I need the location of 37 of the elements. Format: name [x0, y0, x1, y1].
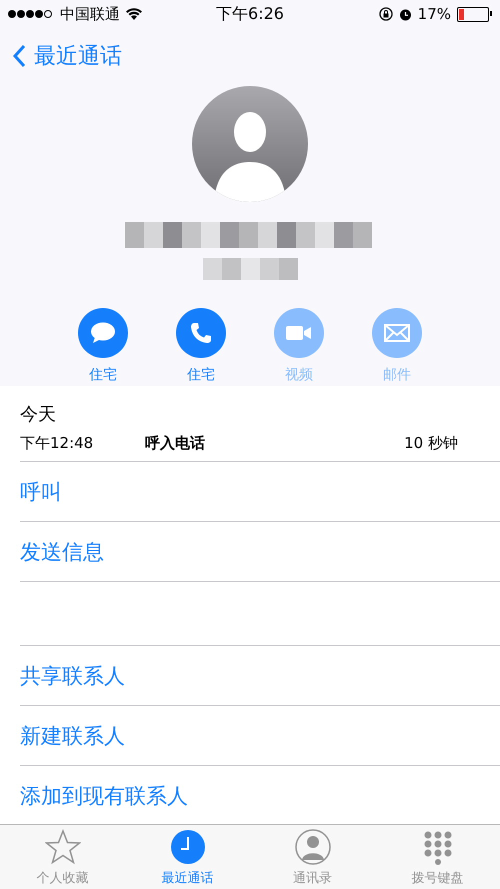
call-duration: 10 秒钟	[404, 434, 458, 453]
video-camera-icon	[286, 325, 312, 341]
tab-item[interactable]: 个人收藏	[0, 825, 125, 889]
wifi-icon	[126, 8, 142, 20]
clock-icon	[170, 829, 206, 865]
option-link[interactable]: 共享联系人	[20, 662, 125, 690]
battery-icon	[457, 6, 489, 22]
avatar-icon	[192, 86, 308, 202]
chevron-left-icon	[12, 44, 26, 68]
date-heading: 今天	[20, 403, 57, 426]
rotation-lock-icon	[378, 7, 393, 21]
tab-item[interactable]: 最近通话	[125, 825, 250, 889]
action-label: 邮件	[383, 366, 411, 384]
back-button[interactable]: 最近通话	[12, 41, 122, 71]
status-time: 下午6:26	[216, 4, 284, 24]
tab-item[interactable]: 通讯录	[250, 825, 375, 889]
phone-button[interactable]	[176, 308, 226, 358]
alarm-icon	[398, 8, 412, 20]
call-time: 下午12:48	[20, 434, 94, 453]
person-icon	[294, 829, 330, 865]
star-icon	[44, 829, 80, 865]
call-type: 呼入电话	[145, 434, 206, 453]
option-link[interactable]: 呼叫	[20, 478, 62, 506]
option-link[interactable]: 发送信息	[20, 538, 104, 566]
message-button[interactable]	[78, 308, 128, 358]
action-label: 住宅	[89, 366, 117, 384]
action-label: 住宅	[187, 366, 215, 384]
phone-icon	[189, 321, 213, 345]
signal-icon	[8, 9, 54, 19]
action-label: 视频	[285, 366, 313, 384]
battery-percent: 17%	[418, 5, 451, 23]
option-link[interactable]: 添加到现有联系人	[20, 782, 188, 810]
carrier-name: 中国联通	[60, 4, 120, 24]
option-link[interactable]: 新建联系人	[20, 722, 125, 750]
tab-item[interactable]: 拨号键盘	[375, 825, 500, 889]
speech-bubble-icon	[90, 322, 116, 344]
envelope-icon	[384, 324, 410, 342]
